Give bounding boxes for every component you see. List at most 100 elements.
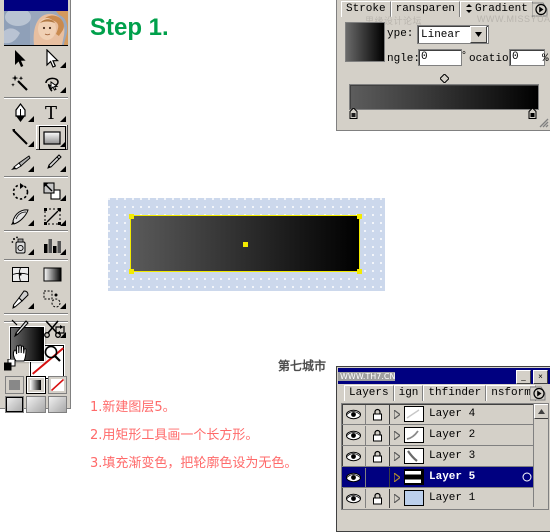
expand-triangle-icon[interactable] (390, 493, 404, 503)
eye-icon[interactable] (342, 467, 366, 487)
tool-row (4, 204, 68, 229)
table-row[interactable]: Layer 5 (342, 467, 548, 488)
tool-more-indicator (28, 116, 34, 122)
lock-icon[interactable] (366, 467, 390, 487)
table-row[interactable]: Layer 4 (342, 404, 548, 425)
selection-handle-bl[interactable] (129, 269, 134, 274)
eye-icon[interactable] (342, 425, 366, 445)
layer-thumbnail[interactable] (404, 490, 424, 506)
chevron-down-icon[interactable] (470, 26, 487, 43)
eye-icon[interactable] (342, 488, 366, 508)
artboard[interactable] (108, 198, 385, 291)
layer-thumbnail[interactable] (404, 427, 424, 443)
tab-align[interactable]: ign (393, 385, 424, 401)
free-transform-tool[interactable] (36, 204, 68, 229)
layer-thumbnail[interactable] (404, 406, 424, 422)
fill-mode-row (5, 376, 67, 394)
lasso-tool[interactable] (36, 71, 68, 96)
layer-name[interactable]: Layer 1 (429, 492, 530, 504)
magic-wand-tool[interactable] (4, 71, 36, 96)
selection-handle-br[interactable] (357, 269, 362, 274)
lock-icon[interactable] (366, 425, 390, 445)
scroll-up-button[interactable] (534, 404, 548, 419)
paintbrush-tool[interactable] (4, 150, 36, 175)
gradient-mode-button[interactable] (26, 376, 46, 394)
tool-row (4, 287, 68, 312)
tab-transform[interactable]: nsform (486, 385, 536, 401)
gradient-tool[interactable] (36, 262, 68, 287)
eye-icon[interactable] (342, 404, 366, 424)
full-screen-mode-button[interactable] (47, 396, 67, 413)
scale-tool[interactable] (36, 179, 68, 204)
tool-row (4, 150, 68, 175)
minimize-button[interactable]: _ (516, 370, 531, 384)
tool-row (4, 179, 68, 204)
selection-center-point[interactable] (243, 242, 248, 247)
color-mode-button[interactable] (5, 376, 25, 394)
location-input[interactable]: 0 (509, 49, 545, 66)
layer-name[interactable]: Layer 4 (429, 408, 530, 420)
expand-triangle-icon[interactable] (390, 409, 404, 419)
gradient-type-value: Linear (421, 28, 461, 41)
table-row[interactable]: Layer 3 (342, 446, 548, 467)
layers-scrollbar[interactable] (533, 404, 548, 507)
gradient-slider[interactable] (349, 84, 539, 110)
table-row[interactable]: Layer 1 (342, 488, 548, 508)
pencil-tool[interactable] (36, 150, 68, 175)
warp-tool[interactable] (4, 204, 36, 229)
expand-triangle-icon[interactable] (390, 472, 404, 482)
gradient-midpoint-handle[interactable] (440, 74, 449, 83)
angle-input[interactable]: 0 (418, 49, 462, 66)
layers-panel-menu-button[interactable] (529, 386, 546, 401)
tool-row (4, 262, 68, 287)
selection-handle-tr[interactable] (357, 214, 362, 219)
type-label: ype: (387, 28, 414, 40)
gradient-type-select[interactable]: Linear (417, 25, 489, 44)
lock-icon[interactable] (366, 446, 390, 466)
expand-triangle-icon[interactable] (390, 430, 404, 440)
tab-pathfinder[interactable]: thfinder (423, 385, 487, 401)
tab-layers[interactable]: Layers (344, 385, 394, 401)
type-tool[interactable]: T (36, 100, 68, 125)
pen-tool[interactable] (4, 100, 36, 125)
rotate-tool[interactable] (4, 179, 36, 204)
gradient-stop-start[interactable] (349, 108, 358, 119)
toolbox-titlebar[interactable] (4, 0, 68, 11)
blend-tool[interactable] (36, 287, 68, 312)
gradient-preview-thumbnail[interactable] (345, 22, 385, 62)
panel-grip-icon (466, 3, 473, 13)
layer-thumbnail[interactable] (404, 448, 424, 464)
tab-layers-label: Layers (349, 387, 389, 399)
none-mode-button[interactable] (47, 376, 67, 394)
close-button[interactable]: × (533, 370, 548, 384)
column-graph-tool[interactable] (36, 233, 68, 258)
layers-panel-titlebar[interactable]: WWW.TH7.CN _ × (338, 368, 550, 384)
selection-handle-tl[interactable] (129, 214, 134, 219)
eyedropper-tool[interactable] (4, 287, 36, 312)
gradient-stop-end[interactable] (528, 108, 537, 119)
tab-align-label: ign (398, 387, 419, 399)
expand-triangle-icon[interactable] (390, 451, 404, 461)
standard-screen-mode-button[interactable] (5, 396, 25, 413)
selection-tool[interactable] (4, 46, 36, 71)
eye-icon[interactable] (342, 446, 366, 466)
mesh-tool[interactable] (4, 262, 36, 287)
layers-list[interactable]: Layer 4 Layer 2 Layer 3 Layer 5 Layer 1 (341, 403, 549, 510)
panel-resize-grip[interactable] (537, 116, 549, 128)
lock-icon[interactable] (366, 488, 390, 508)
tool-row (4, 125, 68, 150)
layer-name[interactable]: Layer 5 (429, 471, 518, 483)
symbol-sprayer-tool[interactable] (4, 233, 36, 258)
layer-name[interactable]: Layer 2 (429, 429, 530, 441)
layer-name[interactable]: Layer 3 (429, 450, 530, 462)
full-screen-menubar-mode-button[interactable] (26, 396, 46, 413)
tool-separator (4, 259, 68, 261)
rectangle-tool[interactable] (36, 125, 68, 150)
lock-icon[interactable] (366, 404, 390, 424)
layer-thumbnail[interactable] (404, 469, 424, 485)
line-segment-tool[interactable] (4, 125, 36, 150)
gradient-panel: Stroke ransparen Gradient 思缘设计论坛 WWW.MIS… (336, 0, 550, 131)
direct-selection-tool[interactable] (36, 46, 68, 71)
toolbox-panel: T (0, 0, 71, 413)
table-row[interactable]: Layer 2 (342, 425, 548, 446)
